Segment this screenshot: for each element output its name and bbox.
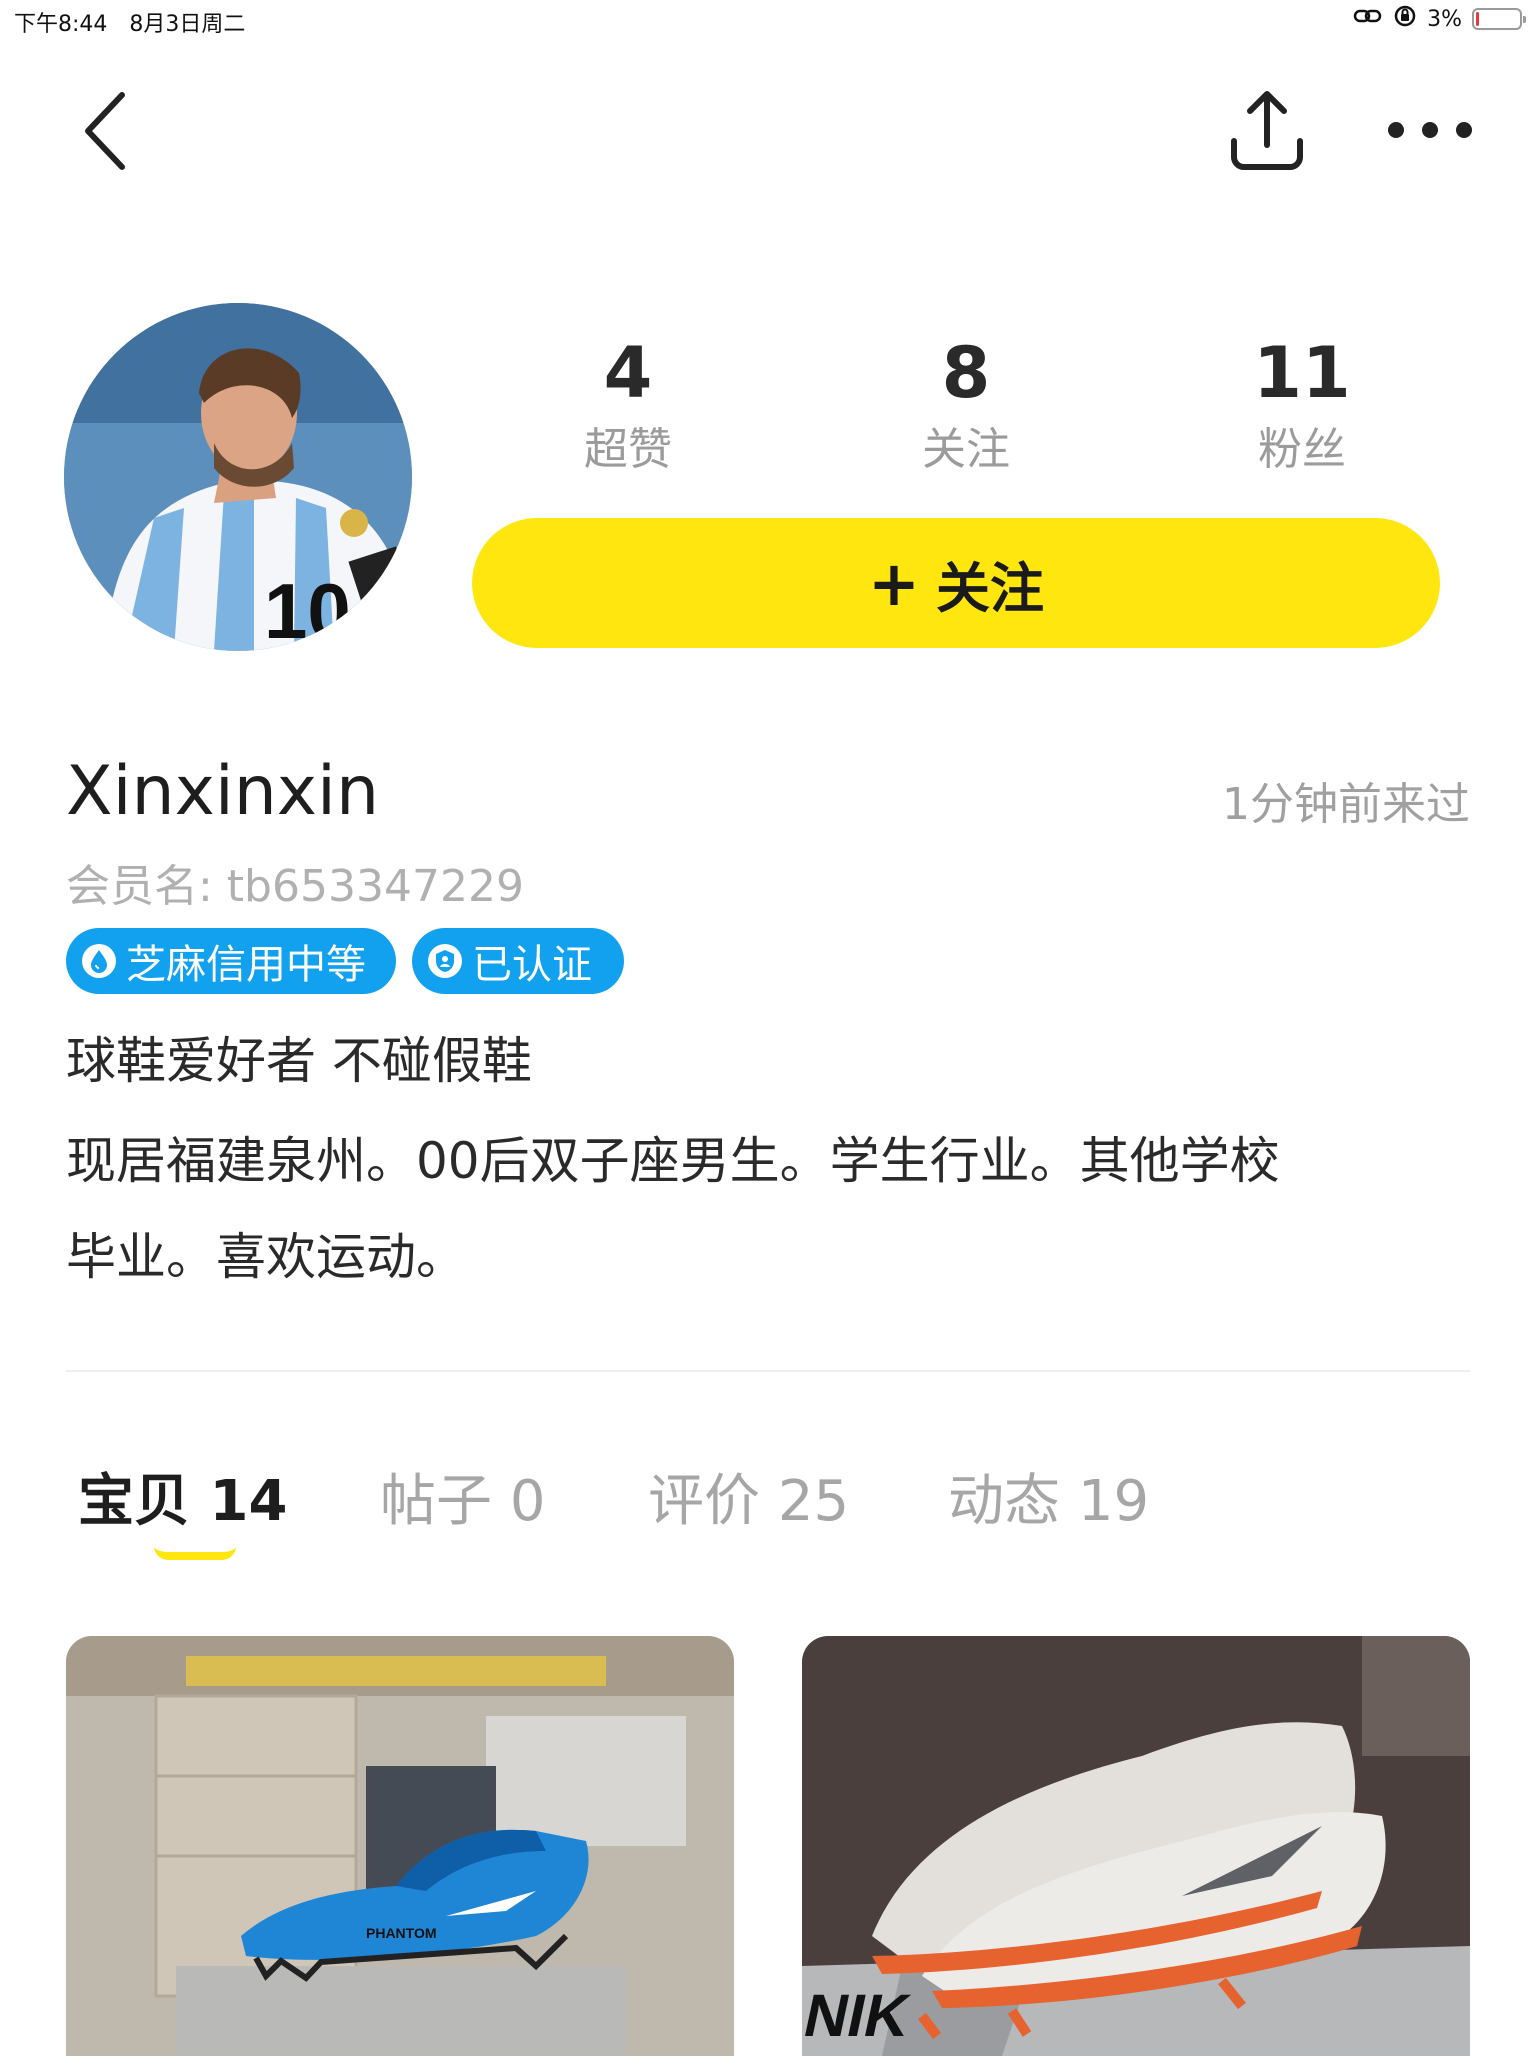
avatar-image: 10 [64,303,412,651]
stat-following-value: 8 [941,332,991,414]
verified-shield-icon [428,944,462,978]
share-icon [1231,91,1303,170]
tab-reviews[interactable]: 评价 25 [648,1456,849,1537]
bio-line-1: 球鞋爱好者 不碰假鞋 [66,1032,532,1090]
stat-fans[interactable]: 11 粉丝 [1202,338,1402,472]
orientation-lock-icon [1393,4,1417,34]
member-name: 会员名: tb653347229 [66,861,524,912]
battery-percent: 3% [1427,6,1462,32]
sesame-drop-icon [82,944,116,978]
status-date: 8月3日周二 [129,12,246,37]
stat-following[interactable]: 8 关注 [866,338,1066,472]
tab-reviews-name: 评价 [648,1469,760,1534]
sesame-credit-label: 芝麻信用中等 [126,942,366,988]
avatar[interactable]: 10 [64,303,412,651]
item-card-2[interactable]: NIK [802,1636,1470,2056]
verified-badge[interactable]: 已认证 [412,928,624,994]
avatar-jersey-number: 10 [264,567,351,651]
more-dots-icon [1388,122,1472,138]
stat-likes-value: 4 [603,332,653,414]
share-button[interactable] [1225,86,1309,176]
more-button[interactable] [1384,110,1476,150]
tab-posts[interactable]: 帖子 0 [380,1456,545,1537]
battery-level [1476,12,1479,26]
follow-button[interactable]: + 关注 [472,518,1440,648]
tab-posts-name: 帖子 [380,1469,492,1534]
divider [66,1370,1470,1372]
item-image-blue-boot: PHANTOM [66,1636,734,2056]
tab-activity-count: 19 [1077,1469,1150,1534]
link-icon [1353,6,1383,32]
chevron-left-icon [85,92,125,170]
active-tab-indicator [154,1546,236,1560]
verified-label: 已认证 [472,942,592,988]
stat-likes-label: 超赞 [584,424,672,475]
follow-button-label: 关注 [935,556,1044,620]
stat-following-label: 关注 [922,424,1010,475]
tab-items-name: 宝贝 [78,1469,190,1534]
tab-activity-name: 动态 [948,1469,1060,1534]
battery-icon [1472,8,1526,30]
bio-line-2: 现居福建泉州。00后双子座男生。学生行业。其他学校 [66,1132,1280,1190]
username: Xinxinxin [66,752,380,831]
tab-items-count: 14 [209,1469,288,1534]
status-bar-left: 下午8:44 8月3日周二 [14,6,245,38]
tab-reviews-count: 25 [777,1469,850,1534]
stat-fans-value: 11 [1253,332,1351,414]
item-2-box-text: NIK [802,1982,916,2049]
sesame-credit-badge[interactable]: 芝麻信用中等 [66,928,396,994]
back-button[interactable] [70,86,140,176]
status-time: 下午8:44 [14,12,108,37]
last-seen: 1分钟前来过 [1222,779,1470,830]
stat-likes[interactable]: 4 超赞 [528,338,728,472]
plus-icon: + [868,546,920,620]
status-bar-right: 3% [1353,4,1526,34]
tab-posts-count: 0 [509,1469,546,1534]
stat-fans-label: 粉丝 [1258,424,1346,475]
item-card-1[interactable]: PHANTOM [66,1636,734,2056]
item-image-white-boot: NIK [802,1636,1470,2056]
item-1-shoe-text: PHANTOM [366,1925,437,1941]
tab-items[interactable]: 宝贝 14 [78,1456,287,1537]
bio-line-3: 毕业。喜欢运动。 [66,1228,466,1286]
tab-activity[interactable]: 动态 19 [948,1456,1149,1537]
